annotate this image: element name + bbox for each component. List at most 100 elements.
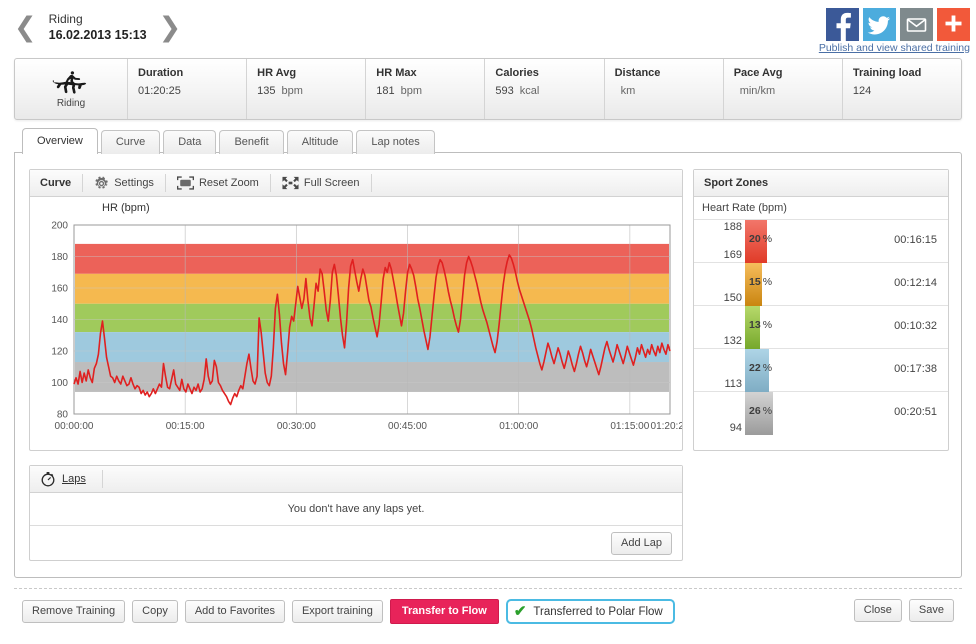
sport-zone-row: 132 13% 00:10:32	[694, 306, 948, 349]
footer-actions: Remove Training Copy Add to Favorites Ex…	[14, 588, 962, 628]
chevron-left-icon[interactable]: ❮	[14, 14, 37, 41]
summary-label: Training load	[852, 67, 922, 79]
summary-cell-hr-avg: HR Avg 135 bpm	[246, 59, 365, 119]
summary-cell-hr-max: HR Max 181 bpm	[365, 59, 484, 119]
zone-time: 00:12:14	[894, 277, 937, 289]
publish-share-link[interactable]: Publish and view shared training	[819, 42, 970, 54]
transfer-to-flow-button[interactable]: Transfer to Flow	[389, 599, 499, 624]
zone-lower-limit: 113	[724, 378, 742, 390]
svg-text:100: 100	[51, 378, 68, 389]
hr-chart-svg[interactable]: HR (bpm) 80 100 120 140 160 180 200 00:00:00 00:1…	[30, 197, 690, 450]
summary-sport-cell: Riding	[15, 59, 127, 119]
summary-value: 01:20:25	[138, 85, 181, 97]
zone-lower-limit: 150	[723, 292, 742, 304]
laps-empty-message: You don't have any laps yet.	[30, 493, 682, 526]
summary-unit: min/km	[739, 85, 776, 97]
zone-time: 00:20:51	[894, 406, 937, 418]
email-share-icon[interactable]	[900, 8, 933, 41]
svg-text:HR (bpm): HR (bpm)	[102, 202, 150, 214]
svg-text:180: 180	[51, 252, 68, 263]
laps-divider	[101, 470, 103, 488]
hr-chart[interactable]: HR (bpm) 80 100 120 140 160 180 200 00:00:00 00:1…	[30, 197, 690, 450]
chevron-right-icon[interactable]: ❯	[159, 14, 182, 41]
summary-unit: kcal	[519, 85, 540, 97]
svg-text:01:00:00: 01:00:00	[499, 421, 538, 432]
zone-lower-limit: 169	[723, 249, 742, 261]
svg-text:200: 200	[51, 221, 68, 232]
training-title-block: Riding 16.02.2013 15:13	[43, 12, 153, 43]
settings-label: Settings	[114, 177, 154, 189]
tab-data[interactable]: Data	[163, 130, 217, 154]
zone-time: 00:16:15	[894, 234, 937, 246]
overview-panel: Curve Settings Reset Zoom Full Screen HR…	[14, 152, 962, 578]
zone-percent: 26%	[749, 405, 773, 417]
riding-icon	[52, 71, 87, 94]
summary-value: 181	[376, 85, 395, 97]
transferred-status-badge: ✔ Transferred to Polar Flow	[505, 599, 675, 624]
laps-header: Laps	[30, 466, 682, 493]
curve-toolbar: Curve Settings Reset Zoom Full Screen	[30, 170, 682, 197]
zone-upper-limit: 188	[723, 221, 742, 233]
twitter-share-icon[interactable]	[863, 8, 896, 41]
facebook-share-icon[interactable]	[826, 8, 859, 41]
zone-percent: 22%	[749, 362, 773, 374]
settings-button[interactable]: Settings	[83, 170, 165, 196]
summary-sport-name: Riding	[56, 98, 86, 109]
close-button[interactable]: Close	[853, 599, 902, 622]
full-screen-icon	[282, 176, 299, 190]
tab-overview[interactable]: Overview	[22, 128, 98, 154]
export-training-button[interactable]: Export training	[291, 600, 383, 623]
more-share-icon[interactable]	[937, 8, 970, 41]
sport-zones-subtitle: Heart Rate (bpm)	[694, 197, 948, 220]
summary-cell-pace-avg: Pace Avg min/km	[722, 59, 842, 119]
reset-zoom-label: Reset Zoom	[198, 177, 259, 189]
gear-icon	[95, 176, 108, 188]
add-lap-button[interactable]: Add Lap	[611, 531, 672, 555]
summary-value: 124	[852, 85, 872, 97]
laps-card: Laps You don't have any laps yet. Add La…	[29, 465, 683, 561]
tab-altitude[interactable]: Altitude	[286, 130, 354, 154]
add-to-favorites-button[interactable]: Add to Favorites	[184, 600, 285, 623]
tab-bar: Overview Curve Data Benefit Altitude Lap…	[14, 128, 962, 154]
zone-percent: 15%	[749, 276, 773, 288]
reset-zoom-button[interactable]: Reset Zoom	[166, 170, 270, 196]
summary-unit: km	[620, 85, 636, 97]
page-title-sport: Riding	[48, 12, 83, 26]
training-navigator: ❮ Riding 16.02.2013 15:13 ❯	[14, 12, 181, 43]
summary-label: Pace Avg	[733, 67, 783, 79]
remove-training-button[interactable]: Remove Training	[22, 600, 126, 623]
zone-lower-limit: 94	[729, 422, 742, 434]
sport-zones-card: Sport Zones Heart Rate (bpm) 188 169 20% 00…	[693, 169, 949, 451]
svg-text:00:00:00: 00:00:00	[55, 421, 94, 432]
copy-button[interactable]: Copy	[132, 600, 178, 623]
svg-text:160: 160	[51, 284, 68, 295]
svg-text:80: 80	[57, 410, 69, 421]
summary-label: Duration	[138, 67, 184, 79]
summary-cell-training-load: Training load 124	[841, 59, 961, 119]
save-button[interactable]: Save	[908, 599, 954, 622]
curve-card: Curve Settings Reset Zoom Full Screen HR…	[29, 169, 690, 451]
laps-link[interactable]: Laps	[62, 473, 86, 485]
summary-value: 135	[257, 85, 276, 97]
tab-curve[interactable]: Curve	[100, 130, 161, 154]
svg-text:00:15:00: 00:15:00	[166, 421, 205, 432]
sport-zones-rows: 188 169 20% 00:16:15 150 15% 00:12:14 132 13% 00:…	[694, 220, 948, 435]
curve-toolbar-title: Curve	[40, 177, 72, 189]
top-header: ❮ Riding 16.02.2013 15:13 ❯ Publish and …	[0, 0, 976, 55]
summary-label: Distance	[614, 67, 661, 79]
laps-footer: Add Lap	[30, 526, 682, 560]
tab-lap-notes[interactable]: Lap notes	[356, 130, 435, 154]
zone-time: 00:17:38	[894, 363, 937, 375]
zone-lower-limit: 132	[723, 335, 742, 347]
stopwatch-icon	[41, 472, 55, 487]
full-screen-button[interactable]: Full Screen	[271, 170, 371, 196]
zone-percent: 13%	[749, 319, 773, 331]
sport-zone-row: 150 15% 00:12:14	[694, 263, 948, 306]
training-summary-bar: Riding Duration 01:20:25 HR Avg 135 bpm H…	[14, 58, 962, 120]
sport-zone-row: 113 22% 00:17:38	[694, 349, 948, 392]
summary-label: HR Max	[376, 67, 417, 79]
summary-unit: bpm	[281, 85, 303, 97]
summary-value: 593	[495, 85, 514, 97]
tab-benefit[interactable]: Benefit	[219, 130, 284, 154]
social-share-area: Publish and view shared training	[819, 8, 970, 54]
